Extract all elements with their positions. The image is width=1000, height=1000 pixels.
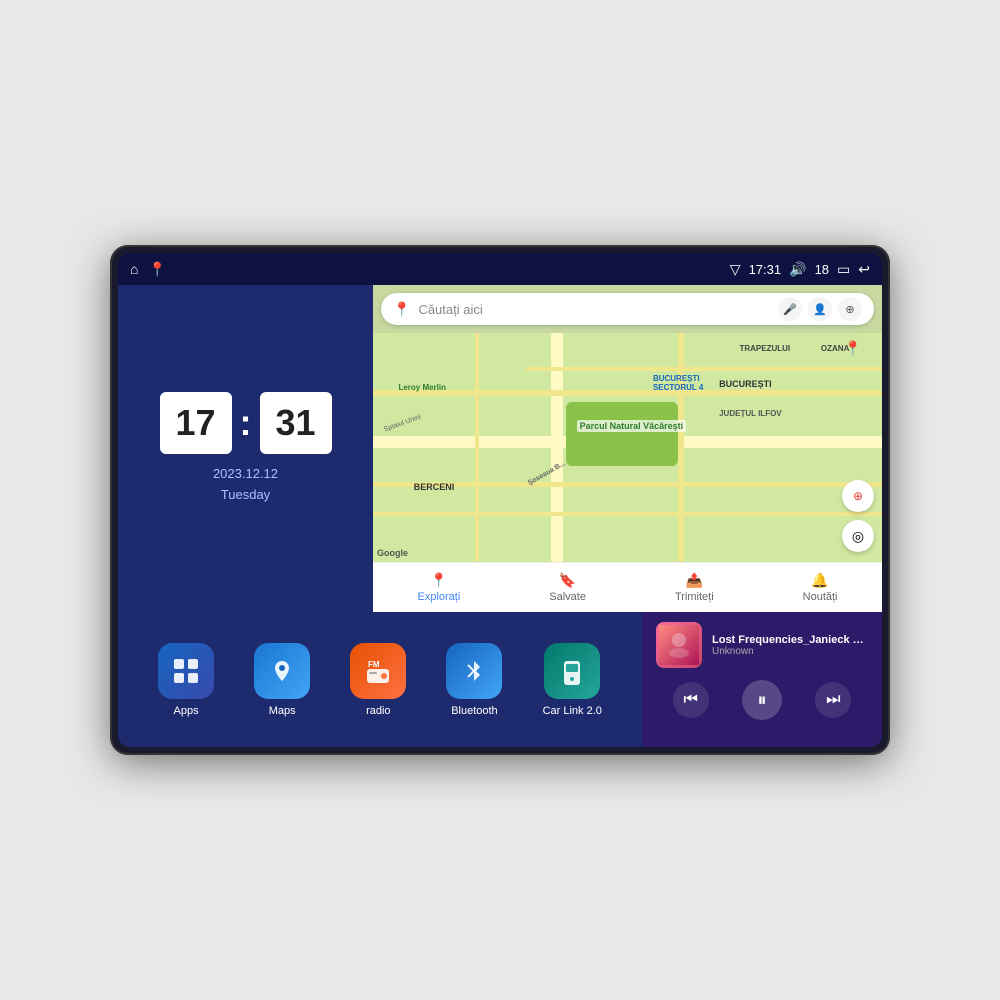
apps-label: Apps: [174, 705, 199, 717]
date-info: 2023.12.12 Tuesday: [213, 464, 278, 506]
map-tab-send[interactable]: 📤 Trimiteți: [675, 572, 714, 603]
status-left: ⌂ 📍: [130, 261, 166, 278]
compass-icon[interactable]: ⊕: [842, 480, 874, 512]
status-right: ▽ 17:31 🔊 18 ▭ ↩: [730, 261, 870, 278]
app-item-apps[interactable]: Apps: [158, 643, 214, 717]
splai-label: Splaiul Unirii: [383, 414, 422, 434]
music-title: Lost Frequencies_Janieck Devy-...: [712, 634, 868, 646]
map-search-placeholder[interactable]: Căutați aici: [418, 302, 770, 317]
map-bottom-bar: 📍 Explorați 🔖 Salvate 📤 Trimiteți �: [373, 562, 882, 612]
clock-display: 17 : 31: [160, 392, 332, 454]
status-bar: ⌂ 📍 ▽ 17:31 🔊 18 ▭ ↩: [118, 253, 882, 285]
map-tab-news[interactable]: 🔔 Noutăți: [803, 572, 838, 603]
app-item-maps[interactable]: Maps: [254, 643, 310, 717]
news-label: Noutăți: [803, 591, 838, 603]
battery-icon: ▭: [837, 261, 850, 278]
park-label: Parcul Natural Văcărești: [577, 420, 687, 432]
trapezului-label: TRAPEZULUI: [739, 344, 790, 353]
map-search-actions: 🎤 👤 ⊕: [778, 297, 862, 321]
map-visual: Parcul Natural Văcărești BUCUREȘTISECTOR…: [373, 333, 882, 562]
prev-button[interactable]: ⏮: [673, 682, 709, 718]
back-icon[interactable]: ↩: [858, 261, 870, 278]
layers-icon[interactable]: ⊕: [838, 297, 862, 321]
clock-minutes: 31: [260, 392, 332, 454]
google-logo: Google: [377, 548, 408, 558]
bluetooth-icon: [446, 643, 502, 699]
bluetooth-label: Bluetooth: [451, 705, 497, 717]
home-icon[interactable]: ⌂: [130, 261, 138, 277]
map-search-pin-icon: 📍: [393, 301, 410, 318]
music-thumbnail: [656, 622, 702, 668]
location-button[interactable]: ◎: [842, 520, 874, 552]
explore-label: Explorați: [417, 591, 460, 603]
date-value: 2023.12.12: [213, 464, 278, 485]
music-controls: ⏮ ⏸ ⏭: [656, 676, 868, 724]
maps-status-icon[interactable]: 📍: [148, 261, 165, 278]
carlink-icon: [544, 643, 600, 699]
music-info-row: Lost Frequencies_Janieck Devy-... Unknow…: [656, 622, 868, 668]
volume-icon: 🔊: [789, 261, 806, 278]
play-pause-icon: ⏸: [757, 690, 766, 711]
map-content: Parcul Natural Văcărești BUCUREȘTISECTOR…: [373, 333, 882, 562]
carlink-label: Car Link 2.0: [543, 705, 602, 717]
volume-level: 18: [815, 262, 829, 277]
main-content: 17 : 31 2023.12.12 Tuesday 📍 Căutați aic…: [118, 285, 882, 747]
berceni-label: BERCENI: [414, 482, 455, 492]
apps-icon: [158, 643, 214, 699]
next-icon: ⏭: [826, 691, 840, 709]
clock-panel: 17 : 31 2023.12.12 Tuesday: [118, 285, 373, 612]
maps-label: Maps: [269, 705, 296, 717]
prev-icon: ⏮: [683, 691, 697, 709]
store-label: Leroy Merlin: [398, 383, 446, 392]
radio-icon: FM: [350, 643, 406, 699]
explore-icon: 📍: [430, 572, 447, 589]
time-display: 17:31: [749, 262, 782, 277]
county-label: JUDEȚUL ILFOV: [719, 409, 782, 418]
map-panel[interactable]: 📍 Căutați aici 🎤 👤 ⊕: [373, 285, 882, 612]
app-item-radio[interactable]: FM radio: [350, 643, 406, 717]
music-player: Lost Frequencies_Janieck Devy-... Unknow…: [642, 612, 882, 747]
radio-label: radio: [366, 705, 390, 717]
saved-label: Salvate: [549, 591, 586, 603]
music-artist: Unknown: [712, 646, 868, 657]
map-tab-explore[interactable]: 📍 Explorați: [417, 572, 460, 603]
map-tab-saved[interactable]: 🔖 Salvate: [549, 572, 586, 603]
svg-text:FM: FM: [368, 660, 380, 669]
saved-icon: 🔖: [559, 572, 576, 589]
news-icon: 🔔: [811, 572, 828, 589]
city-label: BUCUREȘTI: [719, 379, 772, 389]
top-section: 17 : 31 2023.12.12 Tuesday 📍 Căutați aic…: [118, 285, 882, 612]
maps-icon: [254, 643, 310, 699]
send-icon: 📤: [686, 572, 703, 589]
clock-hours: 17: [160, 392, 232, 454]
sector-label: BUCUREȘTISECTORUL 4: [653, 374, 703, 392]
map-search-bar[interactable]: 📍 Căutați aici 🎤 👤 ⊕: [381, 293, 874, 325]
car-display-device: ⌂ 📍 ▽ 17:31 🔊 18 ▭ ↩ 17 :: [110, 245, 890, 755]
map-red-marker: 📍: [844, 340, 861, 357]
music-meta: Lost Frequencies_Janieck Devy-... Unknow…: [712, 634, 868, 657]
send-label: Trimiteți: [675, 591, 714, 603]
app-launcher: Apps Maps: [118, 612, 642, 747]
next-button[interactable]: ⏭: [815, 682, 851, 718]
bottom-section: Apps Maps: [118, 612, 882, 747]
play-pause-button[interactable]: ⏸: [742, 680, 782, 720]
screen: ⌂ 📍 ▽ 17:31 🔊 18 ▭ ↩ 17 :: [118, 253, 882, 747]
signal-icon: ▽: [730, 261, 741, 278]
clock-colon: :: [240, 402, 252, 444]
app-item-carlink[interactable]: Car Link 2.0: [543, 643, 602, 717]
app-item-bluetooth[interactable]: Bluetooth: [446, 643, 502, 717]
account-icon[interactable]: 👤: [808, 297, 832, 321]
voice-search-icon[interactable]: 🎤: [778, 297, 802, 321]
weekday-value: Tuesday: [213, 485, 278, 506]
